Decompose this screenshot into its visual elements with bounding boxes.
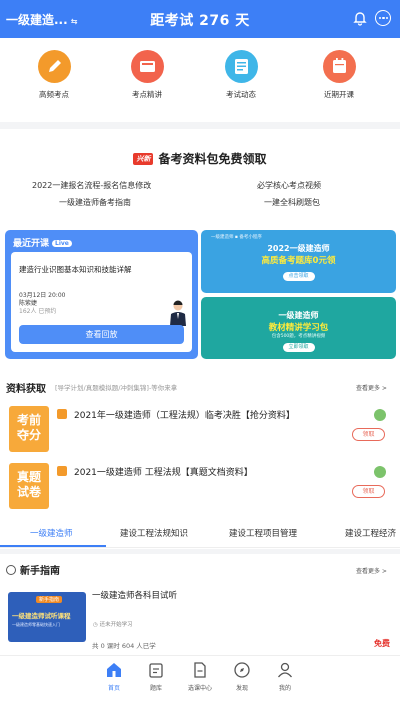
material-title: 2021年一级建造师（工程法规）临考决胜【抢分资料】 [74, 411, 295, 421]
guide-see-more[interactable]: 查看更多 > [356, 566, 387, 575]
banner-line1: 一级建造师 [278, 311, 319, 320]
quick-entry-label: 考试动态 [226, 90, 256, 99]
home-icon [107, 663, 121, 677]
thumb-text: 夺分 [16, 428, 41, 442]
materials-subtitle: [导学计划/真题模拟题/冲刺集锦]-等你来拿 [55, 384, 178, 392]
promo-link[interactable]: 一建全科刷题包 [264, 197, 320, 208]
banner-line2: 高质备考题库0元领 [261, 256, 336, 266]
guide-header: 新手指南 [6, 562, 60, 577]
banner-study-pack[interactable]: 一级建造师 教材精讲学习包 包含500题，考点精讲视频 立即领取 [201, 297, 396, 359]
promo-link[interactable]: 2022一建报名流程-报名信息修改 [32, 180, 151, 191]
quick-entry-label: 高频考点 [39, 90, 69, 99]
banner-line1: 2022一级建造师 [267, 244, 330, 253]
banner-line2: 教材精讲学习包 [268, 323, 329, 333]
guide-course-price: 免费 [374, 639, 390, 648]
more-icon[interactable] [375, 10, 391, 26]
banner-claim-button[interactable]: 立即领取 [282, 343, 315, 352]
pencil-icon [37, 50, 71, 83]
promo-title-text: 备考资料包免费领取 [158, 152, 267, 166]
recent-course-card[interactable]: 最近开课 Live 建造行业识图基本知识和技能详解 03月12日 20:00 陈紫… [5, 230, 198, 359]
course-center-icon [194, 662, 206, 678]
guide-course-status: ◷ 还未开始学习 [93, 620, 133, 628]
thumb-title: 一级建造师试听课程 [12, 612, 71, 620]
material-item[interactable]: 真题 试卷 2021一级建造师 工程法规【真题文档资料】 领取 [0, 463, 400, 519]
claim-button[interactable]: 领取 [352, 485, 385, 498]
material-title: 2021一级建造师 工程法规【真题文档资料】 [74, 468, 253, 478]
tab-economics[interactable]: 建设工程经济 [345, 527, 396, 539]
guide-title: 新手指南 [20, 566, 60, 577]
guide-course-thumbnail[interactable]: 新手指南 一级建造师试听课程 一级建造师零基础快速入门 [8, 592, 86, 642]
calendar-icon [322, 50, 356, 83]
banner-claim-button[interactable]: 点击领取 [282, 272, 315, 281]
quick-entry-news[interactable]: 考试动态 [201, 50, 281, 100]
promo-link[interactable]: 一级建造师备考指南 [59, 197, 131, 208]
exam-countdown: 距考试 276 天 [150, 13, 250, 29]
news-icon [224, 50, 258, 83]
top-bar: 一级建造... ⇆ 距考试 276 天 [0, 0, 400, 38]
materials-title: 资料获取 [6, 384, 46, 395]
guide-course-meta: 共 0 课时 604 人已学 [92, 642, 156, 650]
banner-top-text: 一级建造师 ▪ 备考小程序 [211, 235, 262, 240]
replay-button[interactable]: 查看回放 [19, 325, 184, 344]
quick-entry-label: 近期开课 [324, 90, 354, 99]
promo-title: 兴新 备考资料包免费领取 [0, 150, 400, 167]
status-text: 还未开始学习 [99, 622, 133, 628]
quick-entries: 高频考点 考点精讲 考试动态 近期开课 [0, 50, 400, 105]
tab-first-class-builder[interactable]: 一级建造师 [30, 527, 73, 539]
quick-entry-upcoming[interactable]: 近期开课 [299, 50, 379, 100]
banner-question-bank[interactable]: 一级建造师 ▪ 备考小程序 2022一级建造师 高质备考题库0元领 点击领取 [201, 230, 396, 293]
thumb-text: 真题 [16, 470, 41, 484]
materials-see-more[interactable]: 查看更多 > [356, 383, 387, 392]
recent-course-header: 最近开课 Live [13, 236, 72, 249]
teacher-avatar [170, 300, 186, 326]
subject-tabs: 一级建造师 建设工程法规知识 建设工程项目管理 建设工程经济 [0, 520, 400, 548]
promo-link[interactable]: 必学核心考点视频 [257, 180, 321, 191]
discover-icon [234, 662, 250, 678]
course-title: 建造行业识图基本知识和技能详解 [19, 265, 132, 274]
thumb-text: 考前 [16, 413, 41, 427]
document-icon [57, 466, 67, 476]
document-icon [57, 409, 67, 419]
promo-badge: 兴新 [133, 153, 154, 165]
tab-law[interactable]: 建设工程法规知识 [120, 527, 188, 539]
link-icon[interactable] [374, 409, 386, 421]
compass-icon [6, 565, 16, 575]
quick-entry-label: 考点精讲 [132, 90, 162, 99]
thumb-text: 试卷 [16, 485, 41, 499]
section-divider [0, 122, 400, 129]
guide-course-title[interactable]: 一级建造师各科目试听 [92, 589, 177, 601]
material-item[interactable]: 考前 夺分 2021年一级建造师（工程法规）临考决胜【抢分资料】 领取 [0, 406, 400, 462]
profile-icon [277, 662, 293, 678]
material-thumbnail: 考前 夺分 [9, 406, 49, 452]
banner-sub-text: 包含500题，考点精讲视频 [271, 334, 326, 339]
tab-project-management[interactable]: 建设工程项目管理 [229, 527, 297, 539]
nav-label: 我的 [278, 685, 291, 692]
quick-entry-lectures[interactable]: 考点精讲 [107, 50, 187, 100]
video-icon [130, 50, 164, 83]
recent-course-heading: 最近开课 [13, 239, 50, 249]
course-enrolled: 162人 已预约 [19, 308, 57, 315]
course-info: 建造行业识图基本知识和技能详解 03月12日 20:00 陈紫婕 162人 已预… [11, 252, 192, 352]
material-thumbnail: 真题 试卷 [9, 463, 49, 509]
question-bank-icon [149, 663, 163, 678]
link-icon[interactable] [374, 466, 386, 478]
active-tab-indicator [0, 545, 106, 547]
live-badge: Live [52, 240, 72, 247]
thumb-subtitle: 一级建造师零基础快速入门 [12, 622, 60, 627]
thumb-badge: 新手指南 [36, 596, 63, 603]
claim-button[interactable]: 领取 [352, 428, 385, 441]
nav-profile[interactable]: 我的 [255, 661, 315, 692]
section-divider [0, 549, 400, 554]
quick-entry-hot-points[interactable]: 高频考点 [14, 50, 94, 100]
bottom-nav: 首页 题库 选课中心 发现 我的 [0, 655, 400, 705]
bell-icon[interactable] [352, 10, 368, 26]
